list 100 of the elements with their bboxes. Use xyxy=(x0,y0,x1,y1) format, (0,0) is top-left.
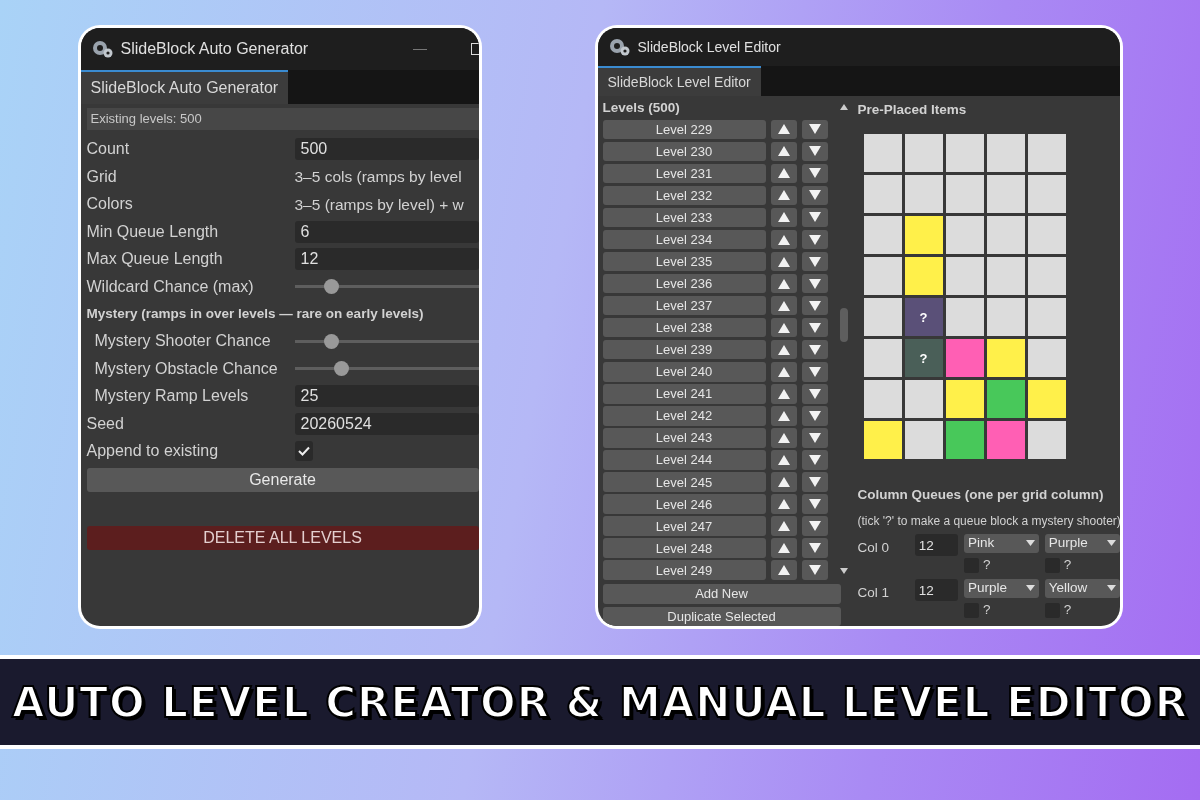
move-down-button[interactable] xyxy=(801,406,828,426)
grid-cell[interactable] xyxy=(1027,339,1066,378)
slider-thumb[interactable] xyxy=(333,361,349,377)
move-up-button[interactable] xyxy=(770,295,797,316)
move-down-button[interactable] xyxy=(801,384,828,404)
move-up-button[interactable] xyxy=(770,119,797,139)
grid-cell[interactable] xyxy=(945,175,984,214)
move-up-button[interactable] xyxy=(770,362,797,382)
grid-cell[interactable] xyxy=(986,216,1025,255)
level-button[interactable]: Level 235 xyxy=(602,251,766,272)
move-up-button[interactable] xyxy=(770,207,797,228)
level-button[interactable]: Level 248 xyxy=(602,538,766,558)
dropdown[interactable]: Pink xyxy=(964,533,1039,553)
move-up-button[interactable] xyxy=(770,273,797,294)
move-up-button[interactable] xyxy=(770,450,797,470)
list-button[interactable]: Add New xyxy=(602,584,841,604)
grid-cell[interactable] xyxy=(1027,216,1066,255)
level-button[interactable]: Level 249 xyxy=(602,560,766,580)
grid-cell[interactable] xyxy=(904,257,943,296)
input-field[interactable]: 12 xyxy=(914,578,959,601)
move-up-button[interactable] xyxy=(770,560,797,580)
grid-cell[interactable] xyxy=(986,380,1025,419)
grid-cell[interactable] xyxy=(863,298,902,337)
move-down-button[interactable] xyxy=(801,516,828,536)
level-button[interactable]: Level 236 xyxy=(602,273,766,294)
scroll-up-icon[interactable] xyxy=(839,104,848,110)
dropdown[interactable]: Yellow xyxy=(1044,578,1120,598)
level-button[interactable]: Level 232 xyxy=(602,185,766,206)
level-button[interactable]: Level 245 xyxy=(602,472,766,492)
grid-cell[interactable] xyxy=(945,380,984,419)
move-up-button[interactable] xyxy=(770,163,797,184)
move-up-button[interactable] xyxy=(770,384,797,404)
move-up-button[interactable] xyxy=(770,428,797,448)
grid-cell[interactable] xyxy=(863,134,902,173)
grid-cell[interactable] xyxy=(1027,298,1066,337)
grid-cell[interactable]: ? xyxy=(904,339,943,378)
move-down-button[interactable] xyxy=(801,295,828,316)
grid-cell[interactable] xyxy=(986,339,1025,378)
move-down-button[interactable] xyxy=(801,185,828,206)
move-down-button[interactable] xyxy=(801,317,828,338)
move-up-button[interactable] xyxy=(770,406,797,426)
grid-cell[interactable] xyxy=(986,421,1025,460)
move-down-button[interactable] xyxy=(801,119,828,139)
move-down-button[interactable] xyxy=(801,472,828,492)
grid-cell[interactable] xyxy=(986,134,1025,173)
move-down-button[interactable] xyxy=(801,494,828,514)
grid-cell[interactable] xyxy=(904,175,943,214)
move-down-button[interactable] xyxy=(801,450,828,470)
move-down-button[interactable] xyxy=(801,340,828,360)
window-tab[interactable]: SlideBlock Level Editor xyxy=(597,66,761,96)
level-button[interactable]: Level 240 xyxy=(602,362,766,382)
move-down-button[interactable] xyxy=(801,428,828,448)
grid-cell[interactable] xyxy=(1027,175,1066,214)
move-up-button[interactable] xyxy=(770,185,797,206)
grid-cell[interactable] xyxy=(945,421,984,460)
grid-cell[interactable] xyxy=(863,175,902,214)
grid-cell[interactable] xyxy=(1027,134,1066,173)
level-button[interactable]: Level 231 xyxy=(602,163,766,184)
generate-button[interactable]: Generate xyxy=(86,468,479,492)
input-field[interactable]: 25 xyxy=(294,385,479,408)
grid-cell[interactable] xyxy=(945,339,984,378)
grid-cell[interactable] xyxy=(945,134,984,173)
minimize-icon[interactable] xyxy=(412,48,427,50)
move-up-button[interactable] xyxy=(770,516,797,536)
grid-cell[interactable] xyxy=(945,216,984,255)
level-button[interactable]: Level 237 xyxy=(602,295,766,316)
move-up-button[interactable] xyxy=(770,229,797,250)
level-button[interactable]: Level 241 xyxy=(602,384,766,404)
level-button[interactable]: Level 247 xyxy=(602,516,766,536)
scroll-down-icon[interactable] xyxy=(839,568,848,574)
checkbox[interactable] xyxy=(294,441,313,462)
level-button[interactable]: Level 239 xyxy=(602,340,766,360)
grid-cell[interactable] xyxy=(904,421,943,460)
level-button[interactable]: Level 243 xyxy=(602,428,766,448)
dropdown[interactable]: Purple xyxy=(1044,533,1120,553)
slider-thumb[interactable] xyxy=(324,279,340,295)
grid-cell[interactable] xyxy=(945,257,984,296)
scrollbar-thumb[interactable] xyxy=(839,308,848,342)
move-down-button[interactable] xyxy=(801,141,828,162)
grid-cell[interactable] xyxy=(986,175,1025,214)
grid-cell[interactable] xyxy=(863,380,902,419)
move-down-button[interactable] xyxy=(801,273,828,294)
maximize-icon[interactable] xyxy=(470,43,479,55)
move-down-button[interactable] xyxy=(801,538,828,558)
slider-thumb[interactable] xyxy=(324,333,340,349)
move-up-button[interactable] xyxy=(770,340,797,360)
grid-cell[interactable] xyxy=(863,257,902,296)
grid-cell[interactable] xyxy=(986,257,1025,296)
move-up-button[interactable] xyxy=(770,538,797,558)
move-down-button[interactable] xyxy=(801,251,828,272)
move-up-button[interactable] xyxy=(770,472,797,492)
level-button[interactable]: Level 238 xyxy=(602,317,766,338)
grid-cell[interactable] xyxy=(863,421,902,460)
window-tab[interactable]: SlideBlock Auto Generator xyxy=(80,70,289,104)
grid-cell[interactable] xyxy=(1027,380,1066,419)
grid-cell[interactable] xyxy=(863,216,902,255)
level-button[interactable]: Level 242 xyxy=(602,406,766,426)
grid-cell[interactable]: ? xyxy=(904,298,943,337)
input-field[interactable]: 20260524 xyxy=(294,412,479,435)
grid-cell[interactable] xyxy=(1027,421,1066,460)
